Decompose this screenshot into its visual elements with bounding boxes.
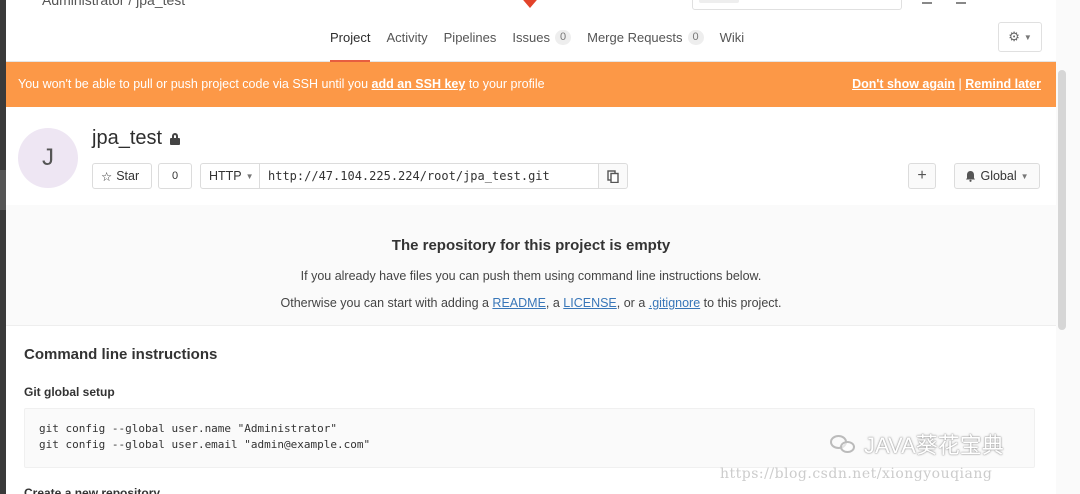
ssh-key-alert: You won't be able to pull or push projec… [6, 62, 1056, 107]
clone-url-input[interactable]: http://47.104.225.224/root/jpa_test.git [260, 163, 598, 189]
watermark-text: JAVA葵花宝典 [864, 433, 1004, 458]
empty-repo-suggestion: Otherwise you can start with adding a RE… [280, 296, 782, 310]
lock-icon [170, 132, 181, 145]
project-header: J jpa_test ☆ Star 0 HTTP ▼ http://47.104.2… [6, 107, 1056, 205]
notification-level-dropdown[interactable]: Global ▼ [954, 163, 1040, 189]
readme-link[interactable]: README [492, 296, 545, 310]
tab-issues[interactable]: Issues 0 [504, 18, 579, 62]
license-link[interactable]: LICENSE [563, 296, 617, 310]
project-nav-tabs: Project Activity Pipelines Issues 0 Merge… [322, 18, 752, 62]
avatar: J [18, 128, 78, 188]
alert-separator: | [958, 77, 962, 91]
tab-activity[interactable]: Activity [378, 18, 435, 62]
chevron-down-icon: ▼ [245, 171, 254, 181]
tab-project[interactable]: Project [322, 18, 378, 62]
scrollbar-thumb[interactable] [1058, 70, 1066, 330]
copy-url-button[interactable] [598, 163, 628, 189]
wechat-icon [830, 433, 858, 455]
alert-actions: Don't show again | Remind later [852, 77, 1041, 91]
clipboard-icon [607, 169, 619, 183]
empty-repo-notice: The repository for this project is empty… [6, 205, 1056, 325]
git-global-setup-heading: Git global setup [24, 385, 115, 399]
chevron-down-icon: ▼ [1020, 171, 1029, 181]
todos-icon[interactable] [922, 0, 932, 4]
new-item-button[interactable]: + [908, 163, 936, 189]
star-count[interactable]: 0 [158, 163, 192, 189]
issues-count-badge: 0 [554, 30, 572, 45]
alert-message: You won't be able to pull or push projec… [18, 77, 545, 91]
create-repo-heading: Create a new repository [24, 486, 161, 494]
star-button[interactable]: ☆ Star [92, 163, 152, 189]
remind-later-link[interactable]: Remind later [965, 77, 1041, 91]
empty-repo-hint: If you already have files you can push t… [300, 269, 762, 283]
clone-protocol-dropdown[interactable]: HTTP ▼ [200, 163, 260, 189]
project-settings-button[interactable]: ⚙ ▼ [998, 22, 1042, 52]
tab-merge-requests[interactable]: Merge Requests 0 [579, 18, 712, 62]
breadcrumb[interactable]: Administrator / jpa_test [42, 0, 185, 8]
top-navbar: Administrator / jpa_test Project Activit… [6, 0, 1056, 62]
empty-repo-title: The repository for this project is empty [391, 237, 671, 254]
bell-icon [966, 171, 976, 182]
plus-icon: + [917, 167, 927, 184]
star-icon: ☆ [101, 169, 113, 184]
watermark-url: https://blog.csdn.net/xiongyouqiang [720, 466, 993, 482]
add-ssh-key-link[interactable]: add an SSH key [372, 77, 466, 91]
tab-wiki[interactable]: Wiki [712, 18, 753, 62]
user-menu-icon[interactable] [956, 0, 966, 4]
page: Administrator / jpa_test Project Activit… [6, 0, 1056, 494]
search-input[interactable] [692, 0, 902, 10]
tab-pipelines[interactable]: Pipelines [436, 18, 505, 62]
chevron-down-icon: ▼ [1023, 32, 1032, 42]
watermark: JAVA葵花宝典 [830, 428, 1004, 460]
gear-icon: ⚙ [1008, 29, 1020, 44]
page-title: jpa_test [92, 127, 181, 150]
cli-title: Command line instructions [24, 346, 218, 363]
dont-show-again-link[interactable]: Don't show again [852, 77, 955, 91]
gitignore-link[interactable]: .gitignore [649, 296, 700, 310]
gitlab-logo-icon[interactable] [518, 0, 542, 8]
project-name: jpa_test [92, 127, 163, 149]
merge-requests-count-badge: 0 [687, 30, 704, 45]
clone-controls: ☆ Star 0 HTTP ▼ http://47.104.225.224/root… [92, 163, 628, 189]
